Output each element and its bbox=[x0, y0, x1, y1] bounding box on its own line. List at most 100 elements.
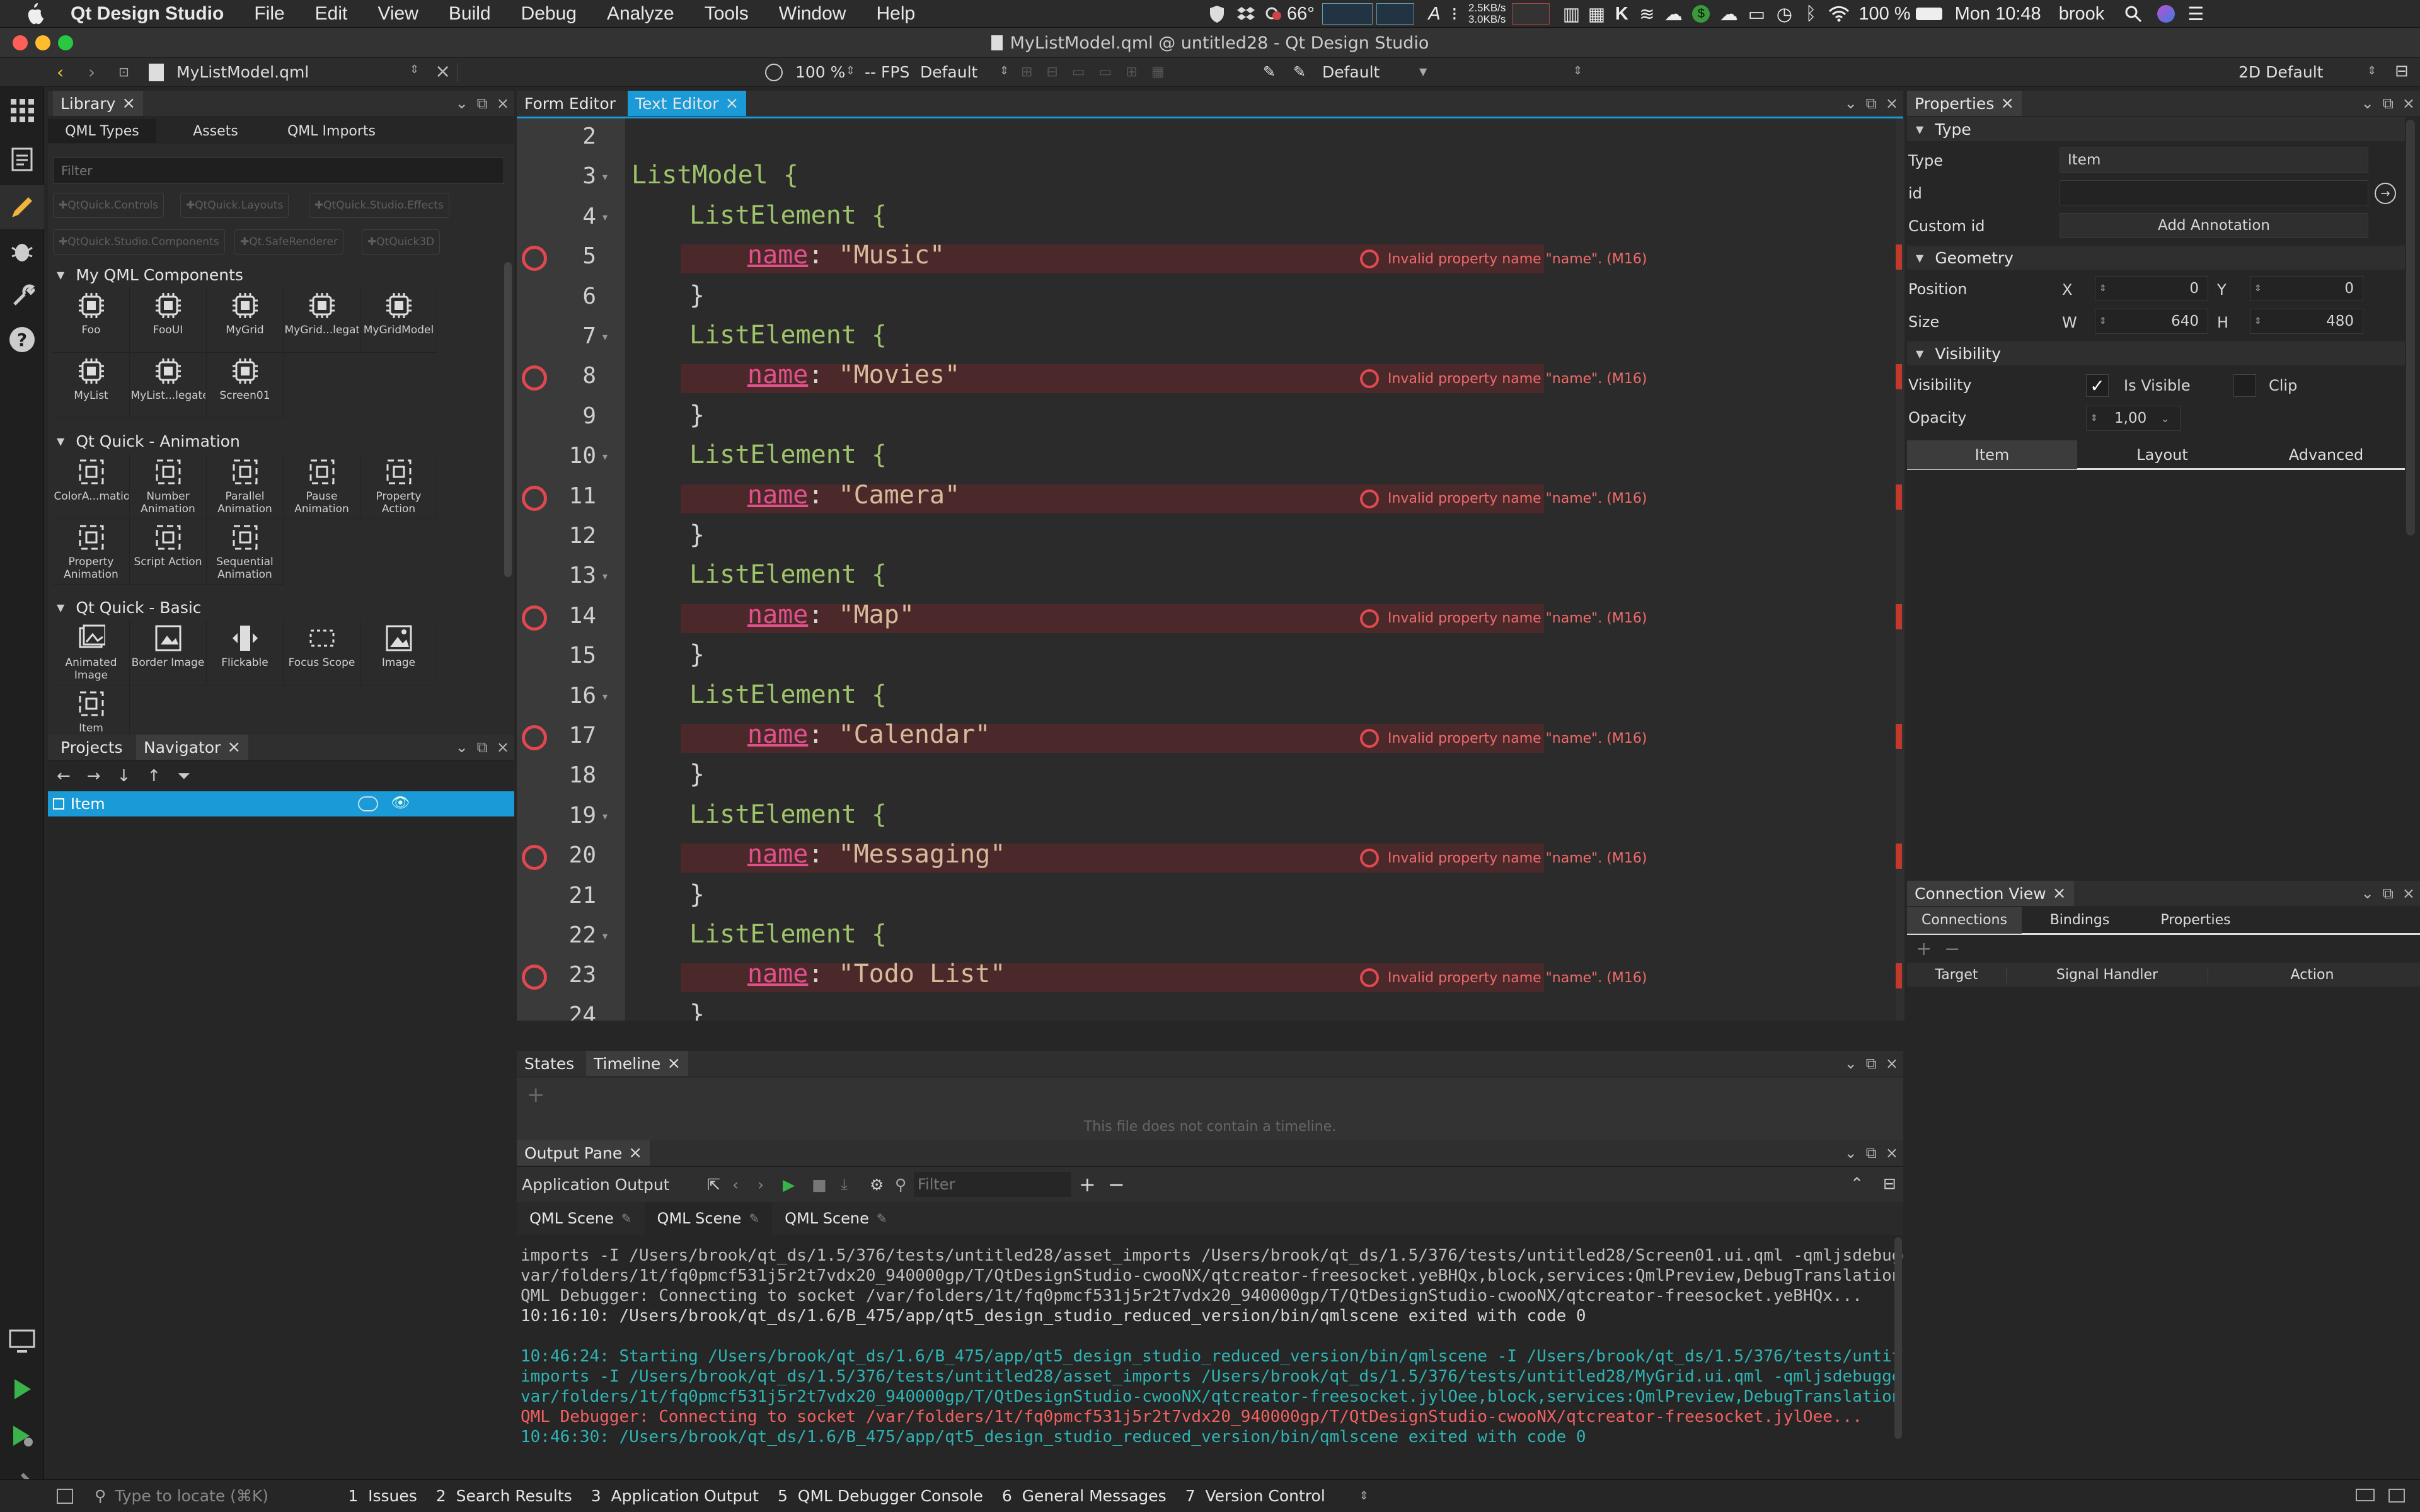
run-output-icon[interactable]: ▶ bbox=[783, 1176, 812, 1194]
breakpoint-icon[interactable] bbox=[522, 965, 547, 990]
close-icon[interactable]: × bbox=[2402, 885, 2415, 902]
import-chip[interactable]: ✚ QtQuick.Studio.Components bbox=[53, 229, 225, 255]
font-icon[interactable]: A bbox=[1422, 4, 1447, 25]
pin-icon[interactable]: ✎ bbox=[877, 1211, 887, 1226]
x-spinbox[interactable]: ⇕ 0 bbox=[2095, 276, 2208, 301]
library-item[interactable]: MyList...legate bbox=[130, 353, 207, 418]
editor-scrollbar[interactable] bbox=[1896, 118, 1904, 1228]
float-icon[interactable]: ⧉ bbox=[2383, 885, 2394, 902]
type-section[interactable]: ▼ Type bbox=[1907, 117, 2405, 141]
close-file-icon[interactable]: × bbox=[435, 60, 451, 83]
tab-output-pane[interactable]: Output Pane × bbox=[517, 1140, 650, 1166]
height-spinbox[interactable]: ⇕ 480 bbox=[2250, 309, 2363, 334]
apple-icon[interactable] bbox=[24, 3, 45, 25]
id-field[interactable] bbox=[2060, 180, 2368, 205]
warning-annotation[interactable]: Invalid property name "name". (M16) bbox=[1360, 604, 1647, 633]
split-icon[interactable]: ⊟ bbox=[2395, 62, 2409, 81]
sensor-icon[interactable]: ▦ bbox=[1584, 3, 1609, 25]
col-target[interactable]: Target bbox=[1907, 966, 2007, 983]
filter-icon[interactable]: ⏷ bbox=[177, 767, 190, 786]
library-item[interactable]: Number Animation bbox=[130, 454, 207, 519]
run-icon[interactable] bbox=[0, 1367, 44, 1411]
style-dropdown-icon[interactable]: ▼ bbox=[1419, 66, 1427, 77]
section-header[interactable]: ▼ Qt Quick - Animation bbox=[48, 428, 502, 454]
add-icon[interactable]: + bbox=[1916, 938, 1932, 960]
library-item[interactable]: Foo bbox=[53, 287, 130, 353]
dropdown-icon[interactable]: ⌄ bbox=[1845, 94, 1857, 112]
float-icon[interactable]: ⧉ bbox=[477, 738, 488, 756]
menu-view[interactable]: View bbox=[362, 3, 433, 25]
is-visible-checkbox[interactable]: ✓ bbox=[2086, 374, 2109, 397]
library-filter-input[interactable] bbox=[53, 158, 504, 184]
breakpoint-icon[interactable] bbox=[522, 845, 547, 871]
back-icon[interactable]: ‹ bbox=[57, 62, 64, 83]
scene-tab[interactable]: QML Scene ✎ bbox=[772, 1202, 900, 1235]
library-item[interactable]: Flickable bbox=[207, 620, 284, 685]
disk-icon[interactable]: ▥ bbox=[1559, 3, 1584, 25]
menu-edit[interactable]: Edit bbox=[300, 3, 363, 25]
cpu-graph[interactable] bbox=[1322, 3, 1373, 25]
close-icon[interactable]: × bbox=[122, 94, 135, 113]
close-icon[interactable]: × bbox=[1886, 1144, 1898, 1162]
import-chip[interactable]: ✚ Qt.SafeRenderer bbox=[234, 229, 343, 255]
tab-connection-view[interactable]: Connection View × bbox=[1907, 881, 2074, 906]
close-icon[interactable]: × bbox=[667, 1054, 681, 1073]
output-log[interactable]: imports -I /Users/brook/qt_ds/1.5/376/te… bbox=[517, 1235, 1903, 1479]
fold-arrow-icon[interactable]: ▾ bbox=[602, 211, 608, 223]
debug-mode-icon[interactable] bbox=[0, 229, 44, 273]
library-item[interactable]: Focus Scope bbox=[284, 620, 360, 685]
welcome-mode-icon[interactable] bbox=[0, 88, 44, 132]
opacity-spinbox[interactable]: ⇕ 1,00 ⌄ bbox=[2086, 406, 2181, 431]
library-item[interactable]: Border Image bbox=[130, 620, 207, 685]
tab-qml-types[interactable]: QML Types bbox=[48, 119, 156, 143]
library-item[interactable]: ColorA...mation bbox=[53, 454, 130, 519]
fold-arrow-icon[interactable]: ▾ bbox=[602, 450, 608, 462]
text-editor[interactable]: 2 3 ▾ 4 ▾ 5 6 7 ▾ 8 9 10 ▾ 11 12 13 ▾ 14 15 16 ▾ 17 18 19 ▾ 20 21 2… bbox=[517, 118, 1903, 1021]
search-icon[interactable] bbox=[2114, 5, 2152, 23]
tab-projects[interactable]: Projects bbox=[53, 735, 130, 760]
import-chip[interactable]: ✚ QtQuick3D bbox=[362, 229, 441, 255]
tab-form-editor[interactable]: Form Editor bbox=[517, 91, 623, 116]
weather-icon[interactable] bbox=[1260, 6, 1287, 22]
error-marker[interactable] bbox=[1896, 244, 1902, 270]
error-marker[interactable] bbox=[1896, 484, 1902, 510]
tab-properties[interactable]: Properties × bbox=[1907, 91, 2022, 116]
menu-debug[interactable]: Debug bbox=[506, 3, 592, 25]
view-mode[interactable]: 2D Default bbox=[2238, 63, 2323, 81]
menu-help[interactable]: Help bbox=[861, 3, 930, 25]
float-icon[interactable]: ⧉ bbox=[1866, 1055, 1877, 1072]
zoom-in-icon[interactable]: + bbox=[1079, 1172, 1108, 1196]
tab-library[interactable]: Library × bbox=[53, 91, 144, 116]
warning-annotation[interactable]: Invalid property name "name". (M16) bbox=[1360, 364, 1647, 393]
settings-icon[interactable]: ⚙ bbox=[870, 1176, 895, 1194]
tab-timeline[interactable]: Timeline × bbox=[586, 1051, 689, 1076]
eye-icon[interactable]: 👁 bbox=[391, 794, 410, 811]
filter-search-icon[interactable]: ⚲ bbox=[895, 1176, 914, 1194]
error-marker[interactable] bbox=[1896, 963, 1902, 989]
arrow-right-icon[interactable]: → bbox=[87, 767, 101, 786]
error-marker[interactable] bbox=[1896, 724, 1902, 749]
run-preview-icon[interactable] bbox=[765, 64, 783, 81]
library-item[interactable]: MyGrid...legate bbox=[284, 287, 360, 353]
bar-icon[interactable]: ⁝ bbox=[1447, 3, 1462, 25]
warning-annotation[interactable]: Invalid property name "name". (M16) bbox=[1360, 724, 1647, 753]
fold-arrow-icon[interactable]: ▾ bbox=[602, 331, 608, 343]
forward-icon[interactable]: › bbox=[88, 62, 95, 83]
import-chip[interactable]: ✚ QtQuick.Controls bbox=[53, 193, 164, 218]
export-icon[interactable]: → bbox=[2375, 183, 2396, 204]
scene-tab[interactable]: QML Scene ✎ bbox=[644, 1202, 773, 1235]
pin-icon[interactable]: ✎ bbox=[749, 1211, 759, 1226]
spin-arrows-icon[interactable]: ⇕ bbox=[2090, 413, 2098, 423]
tab-assets[interactable]: Assets bbox=[156, 119, 275, 143]
section-header[interactable]: ▼ Qt Quick - Basic bbox=[48, 595, 502, 620]
library-item[interactable]: Animated Image bbox=[53, 620, 130, 685]
warning-annotation[interactable]: Invalid property name "name". (M16) bbox=[1360, 484, 1647, 513]
dropdown-icon[interactable]: ⌄ bbox=[2361, 885, 2374, 902]
output-filter-input[interactable] bbox=[914, 1172, 1071, 1197]
error-marker[interactable] bbox=[1896, 844, 1902, 869]
output-pane-arrows[interactable]: ⇕ bbox=[1359, 1489, 1369, 1503]
close-icon[interactable]: × bbox=[2402, 94, 2415, 112]
secondary-arrows[interactable]: ⇕ bbox=[1573, 64, 1582, 77]
cloud-icon[interactable]: ☁ bbox=[1659, 3, 1687, 25]
alias-icon[interactable] bbox=[358, 796, 378, 811]
